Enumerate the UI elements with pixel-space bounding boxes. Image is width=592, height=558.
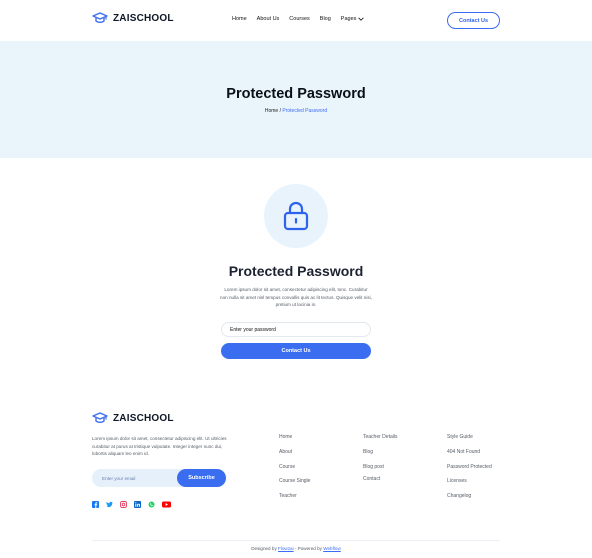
footer-credit: Designed by Flowzai - Powered by Webflow [0, 546, 592, 551]
credit-designer-link[interactable]: Flowzai [278, 546, 294, 551]
credit-prefix: Designed by [251, 546, 279, 551]
footer-link-style-guide[interactable]: Style Guide [447, 434, 492, 441]
logo-text: ZAISCHOOL [113, 12, 174, 24]
subscribe-button[interactable]: Subscribe [177, 469, 226, 487]
footer-link-contact[interactable]: Contact [363, 476, 397, 483]
breadcrumb-home[interactable]: Home [265, 108, 278, 114]
nav-about-us[interactable]: About Us [257, 16, 280, 22]
page-title: Protected Password [226, 86, 366, 102]
section-description: Lorem ipsum dolor sit amet, consectetur … [220, 287, 372, 307]
footer-links-column-1: Home About Course Course Single Teacher [279, 434, 310, 508]
email-input[interactable]: Enter your email [102, 469, 135, 487]
nav-blog[interactable]: Blog [320, 16, 331, 22]
newsletter-form: Enter your email Subscribe [92, 469, 226, 487]
footer-link-course[interactable]: Course [279, 464, 310, 471]
main-nav: Home About Us Courses Blog Pages [232, 16, 365, 22]
submit-button[interactable]: Contact Us [221, 343, 371, 359]
footer-link-course-single[interactable]: Course Single [279, 478, 310, 485]
facebook-icon[interactable] [92, 501, 99, 508]
graduation-cap-icon [92, 412, 108, 424]
footer-link-home[interactable]: Home [279, 434, 310, 441]
footer-link-teacher[interactable]: Teacher [279, 493, 310, 500]
password-input[interactable]: Enter your password [221, 322, 371, 337]
nav-pages-label: Pages [340, 16, 357, 22]
breadcrumb-current: Protected Password [282, 108, 328, 114]
footer-link-about[interactable]: About [279, 449, 310, 456]
chevron-down-icon [358, 17, 365, 21]
footer-link-licenses[interactable]: Licenses [447, 478, 492, 485]
nav-home[interactable]: Home [232, 16, 247, 22]
footer-link-404[interactable]: 404 Not Found [447, 449, 492, 456]
graduation-cap-icon [92, 12, 108, 24]
lock-icon [283, 201, 309, 231]
page-hero: Protected Password Home / Protected Pass… [0, 41, 592, 158]
whatsapp-icon[interactable] [148, 501, 155, 508]
footer-divider [92, 540, 500, 541]
footer-link-teacher-details[interactable]: Teacher Details [363, 434, 397, 441]
nav-pages-dropdown[interactable]: Pages [341, 16, 365, 22]
section-title: Protected Password [228, 263, 364, 279]
footer-links-column-3: Style Guide 404 Not Found Password Prote… [447, 434, 492, 508]
footer-logo-text: ZAISCHOOL [113, 412, 174, 424]
footer-link-password-protected[interactable]: Password Protected [447, 464, 492, 471]
credit-platform-link[interactable]: Webflow [323, 546, 341, 551]
credit-mid: - Powered by [293, 546, 324, 551]
site-header: ZAISCHOOL Home About Us Courses Blog Pag… [0, 0, 592, 41]
footer-link-blog[interactable]: Blog [363, 449, 397, 456]
twitter-icon[interactable] [106, 501, 113, 508]
linkedin-icon[interactable] [134, 501, 141, 508]
social-links [92, 501, 171, 508]
instagram-icon[interactable] [120, 501, 127, 508]
contact-us-button[interactable]: Contact Us [447, 12, 500, 29]
breadcrumb: Home / Protected Password [0, 108, 592, 114]
footer-link-blog-post[interactable]: Blog post [363, 464, 397, 471]
footer-description: Lorem ipsum dolor sit amet, consectetur … [92, 436, 227, 456]
youtube-icon[interactable] [162, 501, 171, 508]
logo[interactable]: ZAISCHOOL [92, 12, 174, 24]
footer-logo[interactable]: ZAISCHOOL [92, 412, 174, 424]
lock-badge [264, 184, 328, 248]
footer-links-column-2: Teacher Details Blog Blog post Contact [363, 434, 397, 491]
footer-link-changelog[interactable]: Changelog [447, 493, 492, 500]
nav-courses[interactable]: Courses [289, 16, 309, 22]
